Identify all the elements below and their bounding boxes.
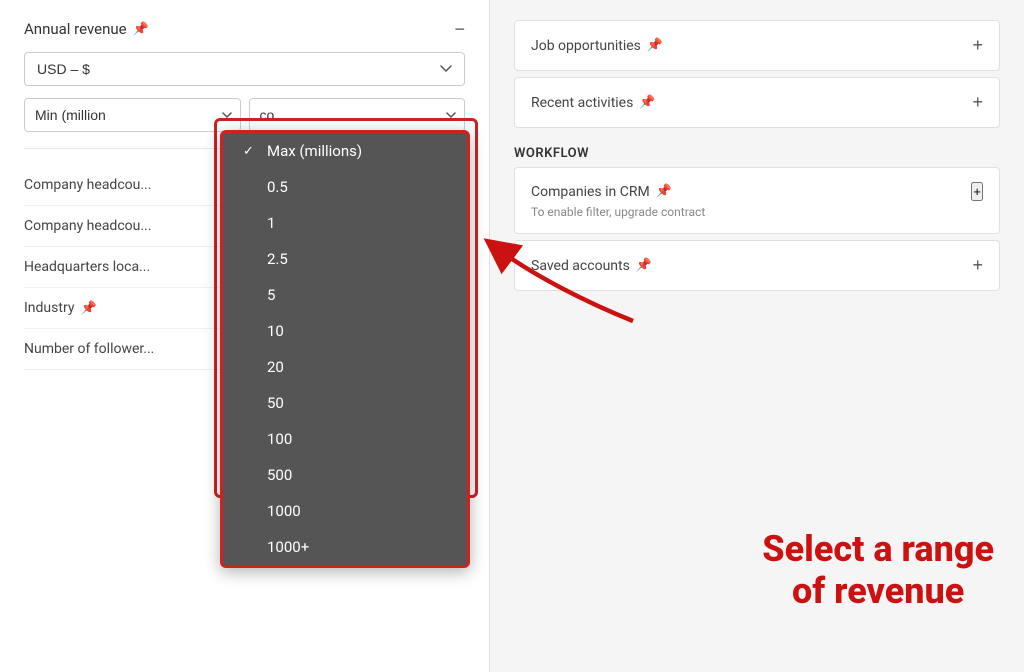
annual-revenue-title: Annual revenue 📌	[24, 20, 149, 38]
companies-in-crm-item: Companies in CRM 📌 + To enable filter, u…	[514, 167, 1000, 234]
dropdown-item-1000[interactable]: 1000	[223, 493, 467, 529]
filter-row-title: Industry 📌	[24, 300, 97, 316]
dropdown-item-5[interactable]: 5	[223, 277, 467, 313]
collapse-button[interactable]: −	[454, 20, 465, 38]
dropdown-item-20[interactable]: 20	[223, 349, 467, 385]
industry-pin-icon[interactable]: 📌	[80, 301, 96, 316]
dropdown-item-0.5[interactable]: 0.5	[223, 169, 467, 205]
max-select[interactable]: co...	[249, 98, 466, 132]
companies-in-crm-pin-icon[interactable]: 📌	[656, 184, 672, 199]
job-opportunities-title: Job opportunities 📌	[531, 38, 663, 54]
saved-accounts-title: Saved accounts 📌	[531, 258, 652, 274]
dropdown-item-label: 1000+	[267, 538, 447, 556]
range-row: Min (million co...	[24, 98, 465, 132]
companies-in-crm-header: Companies in CRM 📌 +	[531, 182, 983, 201]
dropdown-item-label: Max (millions)	[267, 142, 447, 160]
companies-in-crm-subtitle: To enable filter, upgrade contract	[531, 205, 983, 219]
job-opportunities-add-button[interactable]: +	[972, 35, 983, 56]
dropdown-item-10[interactable]: 10	[223, 313, 467, 349]
dropdown-item-label: 100	[267, 430, 447, 448]
annual-revenue-pin-icon[interactable]: 📌	[133, 22, 149, 37]
saved-accounts-add-button[interactable]: +	[972, 255, 983, 276]
recent-activities-item: Recent activities 📌 +	[514, 77, 1000, 128]
saved-accounts-pin-icon[interactable]: 📌	[636, 258, 652, 273]
min-select[interactable]: Min (million	[24, 98, 241, 132]
dropdown-item-label: 20	[267, 358, 447, 376]
recent-activities-add-button[interactable]: +	[972, 92, 983, 113]
dropdown-item-label: 50	[267, 394, 447, 412]
job-opportunities-pin-icon[interactable]: 📌	[647, 38, 663, 53]
dropdown-item-label: 5	[267, 286, 447, 304]
recent-activities-label: Recent activities	[531, 95, 633, 111]
dropdown-item-label: 10	[267, 322, 447, 340]
recent-activities-pin-icon[interactable]: 📌	[639, 95, 655, 110]
filter-row-title: Company headcou...	[24, 177, 151, 193]
job-opportunities-item: Job opportunities 📌 +	[514, 20, 1000, 71]
saved-accounts-item: Saved accounts 📌 +	[514, 240, 1000, 291]
dropdown-item-500[interactable]: 500	[223, 457, 467, 493]
select-range-annotation: Select a rangeof revenue	[762, 529, 994, 612]
annual-revenue-label: Annual revenue	[24, 20, 127, 38]
left-panel: Annual revenue 📌 − USD – $ Min (million …	[0, 0, 490, 672]
job-opportunities-label: Job opportunities	[531, 38, 641, 54]
filter-row-title: Headquarters loca...	[24, 259, 150, 275]
saved-accounts-label: Saved accounts	[531, 258, 630, 274]
companies-in-crm-title: Companies in CRM 📌	[531, 184, 672, 200]
dropdown-item-50[interactable]: 50	[223, 385, 467, 421]
max-dropdown[interactable]: ✓ Max (millions) 0.5 1 2.5 5 10	[220, 130, 470, 568]
right-panel: Job opportunities 📌 + Recent activities …	[490, 0, 1024, 672]
check-icon: ✓	[243, 144, 259, 159]
dropdown-item-2.5[interactable]: 2.5	[223, 241, 467, 277]
dropdown-item-max[interactable]: ✓ Max (millions)	[223, 133, 467, 169]
companies-in-crm-add-button[interactable]: +	[971, 182, 983, 201]
dropdown-item-label: 500	[267, 466, 447, 484]
filter-row-title: Number of follower...	[24, 341, 154, 357]
filter-row-title: Company headcou...	[24, 218, 151, 234]
dropdown-item-label: 0.5	[267, 178, 447, 196]
dropdown-item-label: 2.5	[267, 250, 447, 268]
dropdown-item-label: 1000	[267, 502, 447, 520]
currency-select[interactable]: USD – $	[24, 52, 465, 86]
dropdown-item-1[interactable]: 1	[223, 205, 467, 241]
companies-in-crm-label: Companies in CRM	[531, 184, 650, 200]
annual-revenue-header: Annual revenue 📌 −	[24, 20, 465, 38]
recent-activities-title: Recent activities 📌	[531, 95, 656, 111]
dropdown-item-100[interactable]: 100	[223, 421, 467, 457]
dropdown-item-label: 1	[267, 214, 447, 232]
dropdown-item-1000plus[interactable]: 1000+	[223, 529, 467, 565]
workflow-label: Workflow	[514, 146, 1000, 161]
